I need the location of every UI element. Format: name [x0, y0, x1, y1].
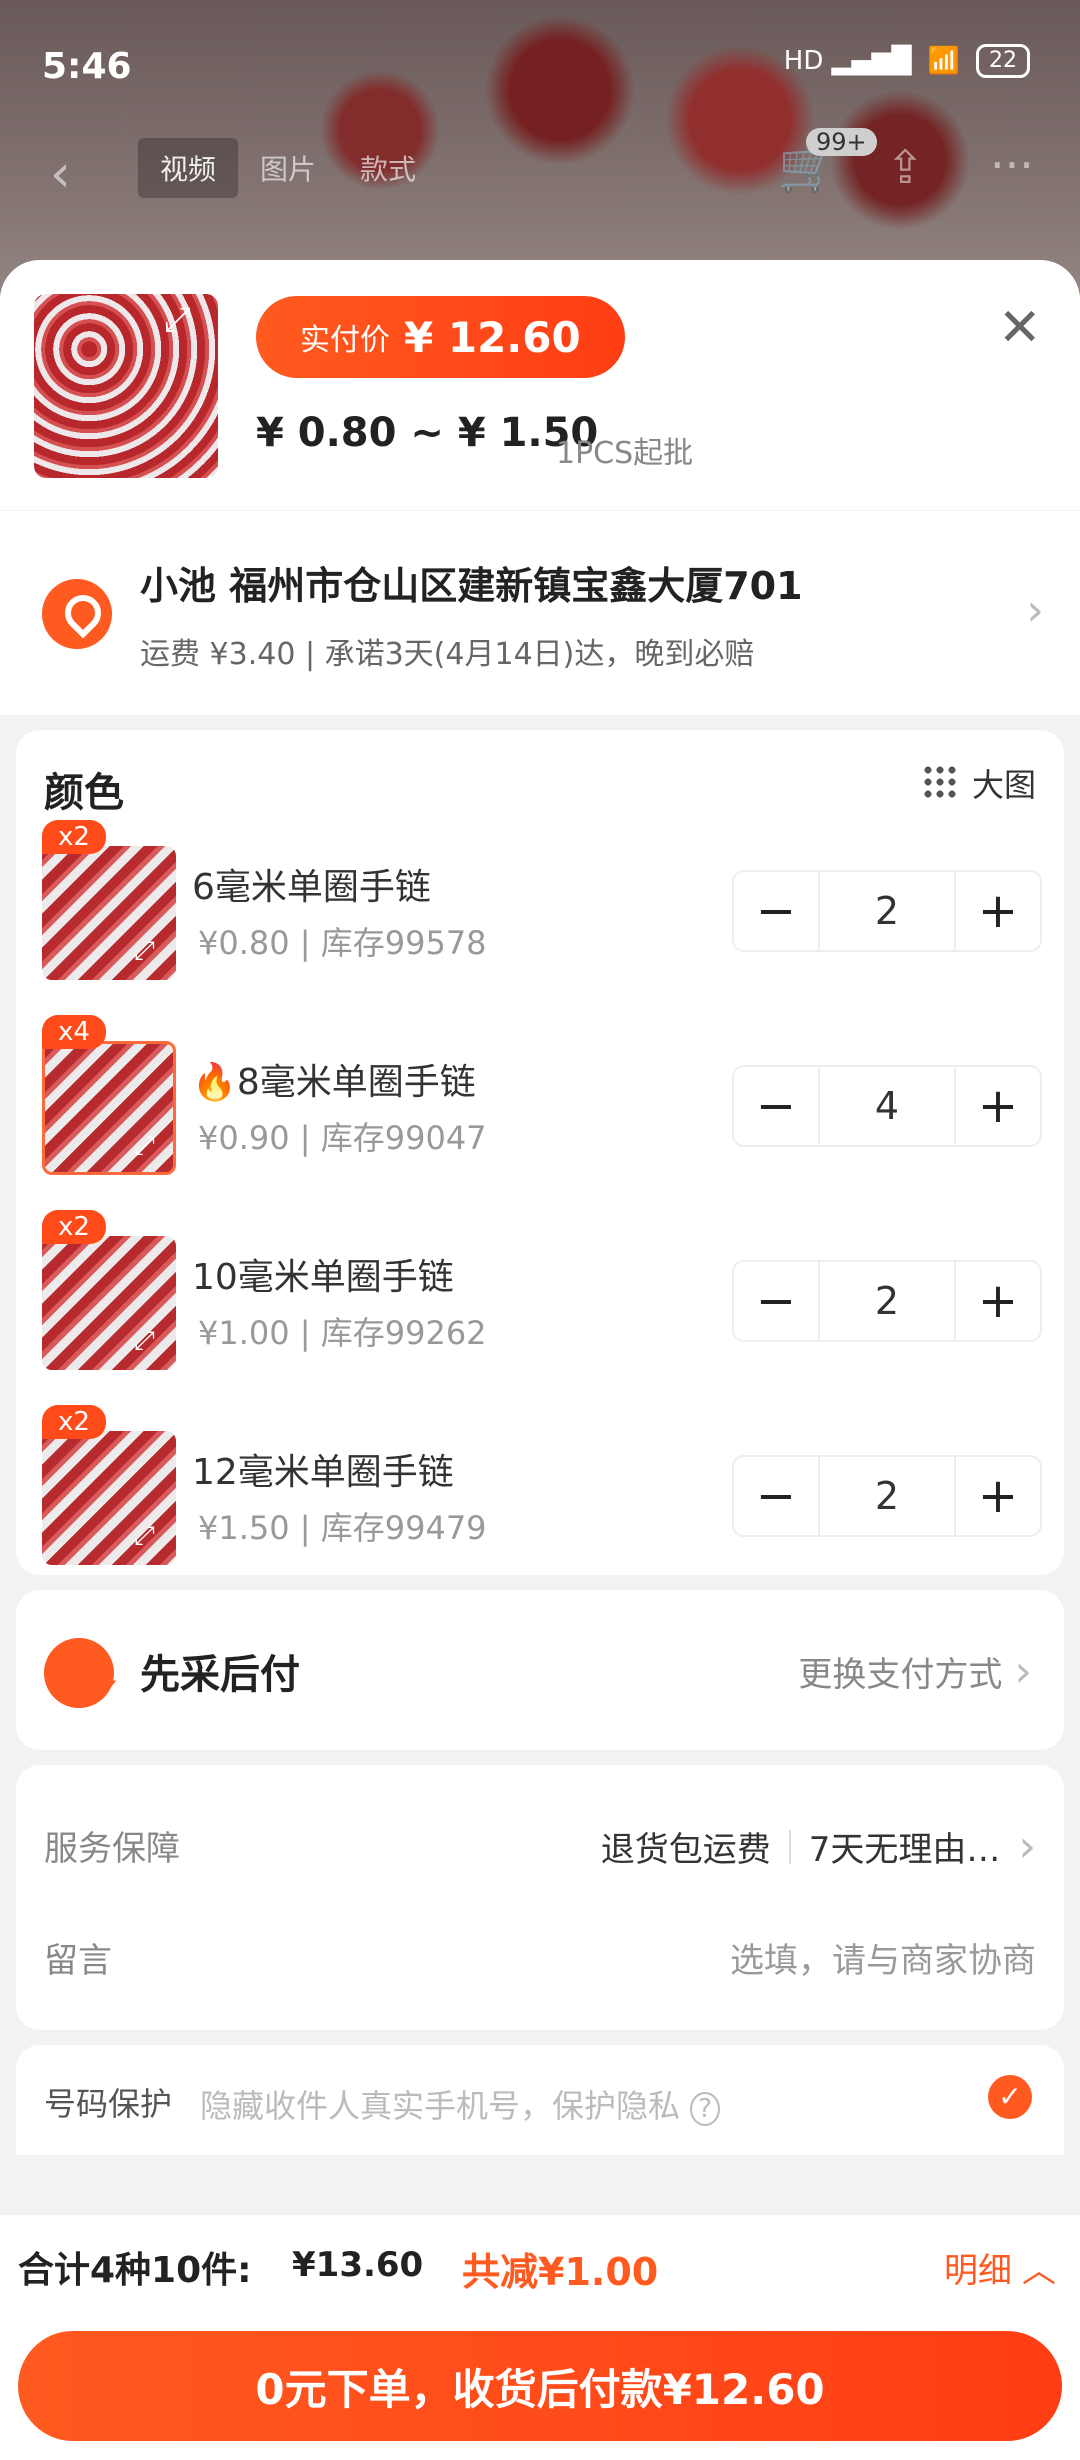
color-title: 颜色: [44, 770, 124, 816]
payment-method-row[interactable]: 先采后付 更换支付方式 ›: [16, 1590, 1064, 1750]
back-icon[interactable]: ‹: [50, 144, 71, 204]
checkout-footer: 合计4种10件: ¥13.60 共减¥1.00 明细 ︿ 0元下单，收货后付款¥…: [0, 2215, 1080, 2460]
variant-price-stock: ¥0.80 | 库存99578: [198, 924, 487, 962]
variant-row: x2 ⤢ 6毫米单圈手链 ¥0.80 | 库存99578 − 2 +: [16, 820, 1064, 980]
quantity-value[interactable]: 2: [818, 1262, 956, 1340]
address-text: 小池 福州市仓山区建新镇宝鑫大厦701: [140, 564, 803, 608]
increment-button[interactable]: +: [956, 1067, 1040, 1145]
checkbox-checked-icon[interactable]: ✓: [988, 2075, 1032, 2119]
message-label: 留言: [44, 1941, 112, 1981]
service-guarantee-row[interactable]: 退货包运费 7天无理由… ›: [601, 1821, 1036, 1872]
status-bar: 5:46 HD ▂▄▆█ 📶 22: [0, 0, 1080, 130]
color-selector: 颜色 大图 x2 ⤢ 6毫米单圈手链 ¥0.80 | 库存99578 − 2 +…: [16, 730, 1064, 1575]
variant-row: x4 ⤢ 🔥8毫米单圈手链 ¥0.90 | 库存99047 − 4 +: [16, 1015, 1064, 1175]
message-input[interactable]: 选填，请与商家协商: [730, 1933, 1036, 1982]
tab-video[interactable]: 视频: [138, 138, 239, 198]
selected-count-badge: x2: [42, 820, 106, 854]
battery-icon: 22: [976, 44, 1030, 78]
status-time: 5:46: [42, 46, 132, 87]
price-range: ¥ 0.80 ~ ¥ 1.50: [256, 410, 599, 456]
chevron-right-icon: ›: [1026, 585, 1044, 636]
tab-style[interactable]: 款式: [338, 138, 438, 198]
expand-icon[interactable]: ⤢: [134, 1326, 155, 1357]
location-icon: [42, 579, 112, 649]
tab-image[interactable]: 图片: [238, 138, 338, 198]
expand-icon[interactable]: ⤢: [164, 300, 191, 340]
variant-name: 6毫米单圈手链: [192, 867, 431, 908]
chevron-right-icon: ›: [1018, 1821, 1036, 1872]
variant-name: 10毫米单圈手链: [192, 1257, 454, 1298]
decrement-button[interactable]: −: [734, 1457, 818, 1535]
quantity-stepper: − 2 +: [732, 870, 1042, 952]
chevron-right-icon: ›: [1014, 1646, 1032, 1697]
pay-later-icon: [44, 1638, 122, 1712]
variant-row: x2 ⤢ 10毫米单圈手链 ¥1.00 | 库存99262 − 2 +: [16, 1210, 1064, 1370]
variant-price-stock: ¥1.50 | 库存99479: [198, 1509, 487, 1547]
variant-row: x2 ⤢ 12毫米单圈手链 ¥1.50 | 库存99479 − 2 +: [16, 1405, 1064, 1565]
shipping-info: 运费 ¥3.40 | 承诺3天(4月14日)达，晚到必赔: [140, 637, 755, 672]
big-image-toggle[interactable]: 大图: [921, 760, 1036, 806]
signal-icon: HD ▂▄▆█: [783, 46, 912, 76]
decrement-button[interactable]: −: [734, 1067, 818, 1145]
close-icon[interactable]: ✕: [998, 298, 1042, 358]
increment-button[interactable]: +: [956, 872, 1040, 950]
quantity-value[interactable]: 4: [818, 1067, 956, 1145]
phone-protection-label: 号码保护: [44, 2085, 173, 2123]
sheet-header: ⤢ 实付价 ¥ 12.60 ¥ 0.80 ~ ¥ 1.50 1PCS起批 ✕: [0, 260, 1080, 510]
actual-price-pill: 实付价 ¥ 12.60: [256, 296, 625, 378]
total-label: 合计4种10件:: [18, 2250, 252, 2291]
service-card: 服务保障 退货包运费 7天无理由… › 留言 选填，请与商家协商: [16, 1765, 1064, 2030]
variant-price-stock: ¥0.90 | 库存99047: [198, 1119, 487, 1157]
share-icon[interactable]: ⇪: [886, 140, 925, 194]
variant-thumbnail[interactable]: [42, 1236, 176, 1370]
address-row[interactable]: 小池 福州市仓山区建新镇宝鑫大厦701 运费 ¥3.40 | 承诺3天(4月14…: [0, 510, 1080, 715]
discount-amount: 共减¥1.00: [462, 2250, 659, 2294]
variant-price-stock: ¥1.00 | 库存99262: [198, 1314, 487, 1352]
place-order-button[interactable]: 0元下单，收货后付款¥12.60: [18, 2331, 1062, 2441]
detail-toggle[interactable]: 明细 ︿: [944, 2243, 1056, 2292]
quantity-stepper: − 2 +: [732, 1455, 1042, 1537]
cart-badge: 99+: [806, 128, 877, 156]
quantity-value[interactable]: 2: [818, 872, 956, 950]
expand-icon[interactable]: ⤢: [134, 936, 155, 967]
chevron-up-icon: ︿: [1022, 2251, 1056, 2291]
expand-icon[interactable]: ⤢: [134, 1131, 155, 1162]
decrement-button[interactable]: −: [734, 872, 818, 950]
purchase-sheet: ⤢ 实付价 ¥ 12.60 ¥ 0.80 ~ ¥ 1.50 1PCS起批 ✕ 小…: [0, 260, 1080, 2460]
minimum-order: 1PCS起批: [556, 436, 694, 471]
expand-icon[interactable]: ⤢: [134, 1521, 155, 1552]
increment-button[interactable]: +: [956, 1262, 1040, 1340]
variant-thumbnail[interactable]: [42, 1041, 176, 1175]
selected-count-badge: x2: [42, 1405, 106, 1439]
phone-protection-row: 号码保护 隐藏收件人真实手机号，保护隐私 ? ✓: [16, 2045, 1064, 2155]
help-icon: ?: [690, 2092, 720, 2126]
more-icon[interactable]: ···: [990, 138, 1034, 192]
payment-method-title: 先采后付: [140, 1652, 300, 1698]
wifi-icon: 📶: [927, 46, 960, 76]
quantity-stepper: − 4 +: [732, 1065, 1042, 1147]
top-nav: ‹ 视频 图片 款式 🛒 99+ ⇪ ···: [0, 128, 1080, 210]
change-payment-link[interactable]: 更换支付方式 ›: [798, 1646, 1032, 1697]
media-tabs: 视频 图片 款式: [138, 138, 438, 198]
selected-count-badge: x2: [42, 1210, 106, 1244]
phone-protection-hint: 隐藏收件人真实手机号，保护隐私 ?: [200, 2081, 720, 2127]
selected-count-badge: x4: [42, 1015, 106, 1049]
increment-button[interactable]: +: [956, 1457, 1040, 1535]
variant-thumbnail[interactable]: [42, 1431, 176, 1565]
quantity-value[interactable]: 2: [818, 1457, 956, 1535]
quantity-stepper: − 2 +: [732, 1260, 1042, 1342]
decrement-button[interactable]: −: [734, 1262, 818, 1340]
variant-name: 12毫米单圈手链: [192, 1452, 454, 1493]
service-label: 服务保障: [44, 1829, 180, 1869]
divider: [788, 1829, 791, 1864]
variant-name: 🔥8毫米单圈手链: [192, 1062, 476, 1103]
grid-icon: [921, 764, 960, 802]
variant-thumbnail[interactable]: [42, 846, 176, 980]
total-amount: ¥13.60: [292, 2245, 424, 2285]
